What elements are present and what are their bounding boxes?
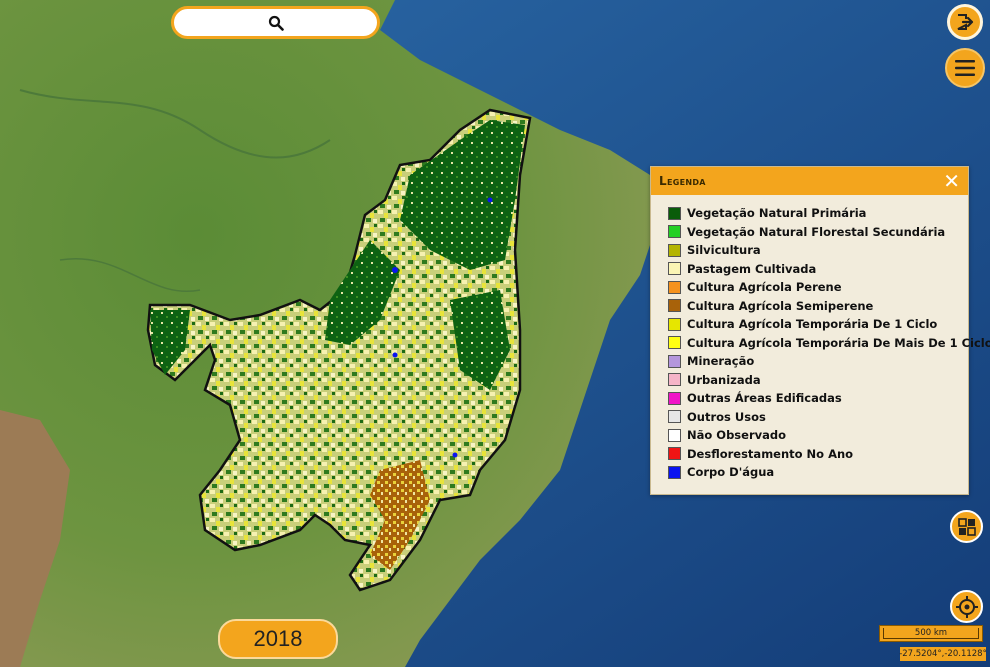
legend-label: Mineração xyxy=(687,354,755,369)
legend-swatch xyxy=(668,299,681,313)
legend-label: Silvicultura xyxy=(687,243,761,258)
legend-swatch xyxy=(668,336,681,350)
logout-icon xyxy=(957,14,974,30)
legend-item: Cultura Agrícola Semiperene xyxy=(668,297,968,316)
layers-button[interactable] xyxy=(950,510,983,543)
legend-label: Cultura Agrícola Semiperene xyxy=(687,298,874,313)
legend-label: Outras Áreas Edificadas xyxy=(687,391,842,406)
legend-label: Cultura Agrícola Temporária De 1 Ciclo xyxy=(687,317,938,332)
legend-item: Corpo D'água xyxy=(668,463,968,482)
legend-label: Cultura Agrícola Perene xyxy=(687,280,842,295)
locate-button[interactable] xyxy=(950,590,983,623)
legend-title: Legenda xyxy=(659,174,706,188)
legend-label: Corpo D'água xyxy=(687,465,775,480)
close-icon[interactable]: ✕ xyxy=(943,171,960,191)
legend-swatch xyxy=(668,280,681,294)
search-bar[interactable] xyxy=(171,6,380,39)
legend-swatch xyxy=(668,410,681,424)
legend-item: Urbanizada xyxy=(668,371,968,390)
water-body xyxy=(487,197,493,203)
legend-label: Vegetação Natural Florestal Secundária xyxy=(687,224,946,239)
water-body xyxy=(392,267,398,273)
legend-item: Outros Usos xyxy=(668,408,968,427)
legend-item: Vegetação Natural Primária xyxy=(668,204,968,223)
scale-label: 500 km xyxy=(883,628,979,639)
legend-swatch xyxy=(668,354,681,368)
coordinates-readout: -27.5204°,-20.1128° xyxy=(899,647,987,661)
legend-swatch xyxy=(668,465,681,479)
menu-button[interactable] xyxy=(945,48,985,88)
legend-item: Pastagem Cultivada xyxy=(668,260,968,279)
legend-swatch xyxy=(668,243,681,257)
legend-label: Urbanizada xyxy=(687,372,761,387)
legend-list: Vegetação Natural Primária Vegetação Natu… xyxy=(651,195,990,482)
legend-swatch xyxy=(668,317,681,331)
legend-swatch xyxy=(668,225,681,239)
crosshair-locate-icon xyxy=(955,595,978,618)
legend-item: Cultura Agrícola Perene xyxy=(668,278,968,297)
water-body xyxy=(392,352,398,358)
legend-label: Cultura Agrícola Temporária De Mais De 1… xyxy=(687,335,990,350)
legend-swatch xyxy=(668,428,681,442)
legend-item: Outras Áreas Edificadas xyxy=(668,389,968,408)
legend-label: Pastagem Cultivada xyxy=(687,261,817,276)
legend-item: Cultura Agrícola Temporária De 1 Ciclo xyxy=(668,315,968,334)
search-input[interactable] xyxy=(174,9,377,36)
legend-item: Mineração xyxy=(668,352,968,371)
legend-item: Silvicultura xyxy=(668,241,968,260)
legend-swatch xyxy=(668,206,681,220)
year-selector[interactable]: 2018 xyxy=(218,619,338,659)
scale-bar: 500 km xyxy=(879,625,983,642)
legend-swatch xyxy=(668,262,681,276)
legend-label: Outros Usos xyxy=(687,409,766,424)
legend-swatch xyxy=(668,373,681,387)
hamburger-menu-icon xyxy=(955,60,975,76)
legend-swatch xyxy=(668,391,681,405)
legend-label: Não Observado xyxy=(687,428,787,443)
logout-button[interactable] xyxy=(947,4,983,40)
layers-icon xyxy=(957,517,976,536)
legend-item: Não Observado xyxy=(668,426,968,445)
legend-header: Legenda ✕ xyxy=(651,167,968,195)
water-body xyxy=(452,452,458,458)
legend-swatch xyxy=(668,447,681,461)
legend-label: Desflorestamento No Ano xyxy=(687,446,854,461)
legend-panel: Legenda ✕ Vegetação Natural Primária Vege… xyxy=(650,166,990,495)
legend-item: Desflorestamento No Ano xyxy=(668,445,968,464)
legend-item: Cultura Agrícola Temporária De Mais De 1… xyxy=(668,334,990,353)
legend-label: Vegetação Natural Primária xyxy=(687,206,867,221)
legend-item: Vegetação Natural Florestal Secundária xyxy=(668,223,968,242)
